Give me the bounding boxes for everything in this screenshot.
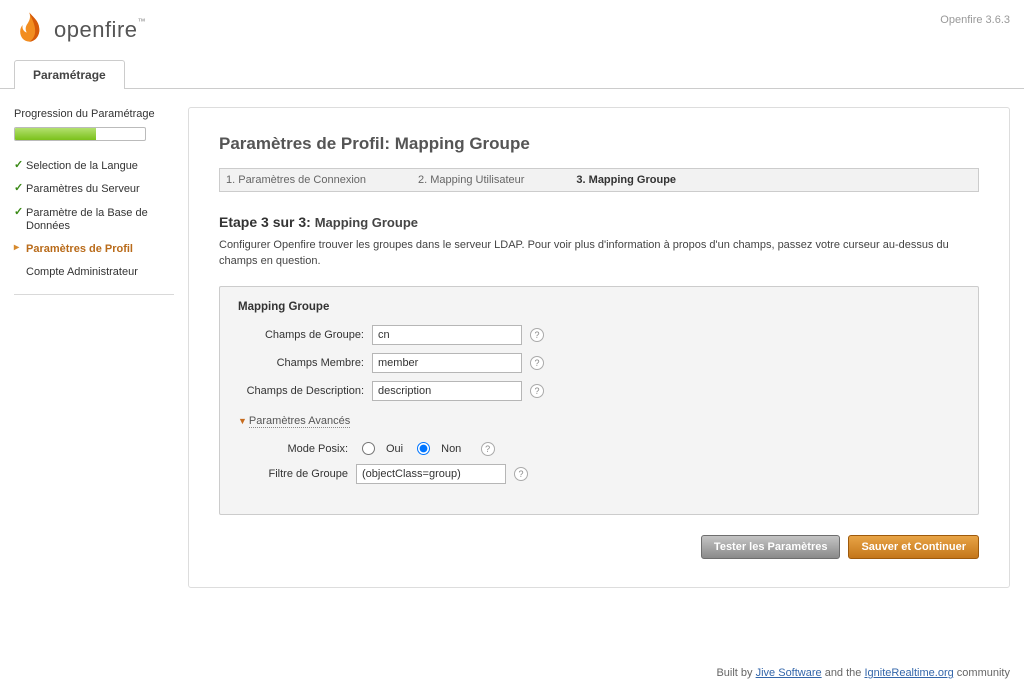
help-icon[interactable]: ? [530,328,544,342]
posix-yes-radio[interactable] [362,442,375,455]
description-field-input[interactable] [372,381,522,401]
help-icon[interactable]: ? [481,442,495,456]
sidebar-item-profile[interactable]: Paramètres de Profil [14,238,174,261]
sidebar-item-admin[interactable]: Compte Administrateur [14,261,174,284]
member-field-input[interactable] [372,353,522,373]
footer-link-jive[interactable]: Jive Software [756,667,822,679]
progress-bar [14,127,146,141]
product-name: openfire™ [54,17,146,43]
group-filter-input[interactable] [356,464,506,484]
help-icon[interactable]: ? [514,467,528,481]
posix-yes-label: Oui [386,443,403,455]
step-tabs: 1. Paramètres de Connexion 2. Mapping Ut… [219,168,979,192]
sidebar-item-language[interactable]: Selection de la Langue [14,155,174,178]
version-label: Openfire 3.6.3 [940,14,1010,26]
member-field-label: Champs Membre: [238,357,364,369]
group-filter-label: Filtre de Groupe [250,468,348,480]
step-heading: Etape 3 sur 3: Mapping Groupe [219,214,979,230]
help-icon[interactable]: ? [530,384,544,398]
step-tab-connection[interactable]: 1. Paramètres de Connexion [226,174,366,186]
step-tab-group-mapping[interactable]: 3. Mapping Groupe [576,174,676,186]
description-field-label: Champs de Description: [238,385,364,397]
footer: Built by Jive Software and the IgniteRea… [716,667,1010,679]
progress-title: Progression du Paramétrage [14,107,174,121]
posix-no-label: Non [441,443,461,455]
sidebar-item-database[interactable]: Paramètre de la Base de Données [14,202,174,238]
form-box-title: Mapping Groupe [238,301,960,313]
test-settings-button[interactable]: Tester les Paramètres [701,535,841,559]
posix-mode-label: Mode Posix: [250,443,348,455]
chevron-down-icon: ▼ [238,416,247,426]
flame-icon [14,10,48,50]
footer-link-ignite[interactable]: IgniteRealtime.org [864,667,953,679]
main-panel: Paramètres de Profil: Mapping Groupe 1. … [188,107,1010,588]
group-field-input[interactable] [372,325,522,345]
sidebar-item-server[interactable]: Paramètres du Serveur [14,178,174,201]
group-field-label: Champs de Groupe: [238,329,364,341]
tab-setup[interactable]: Paramétrage [14,60,125,89]
sidebar: Progression du Paramétrage Selection de … [14,107,174,588]
form-box: Mapping Groupe Champs de Groupe: ? Champ… [219,286,979,515]
step-description: Configurer Openfire trouver les groupes … [219,238,979,270]
help-icon[interactable]: ? [530,356,544,370]
posix-no-radio[interactable] [417,442,430,455]
save-continue-button[interactable]: Sauver et Continuer [848,535,979,559]
step-tab-user-mapping[interactable]: 2. Mapping Utilisateur [418,174,524,186]
page-title: Paramètres de Profil: Mapping Groupe [219,134,979,154]
product-logo: openfire™ [14,10,146,50]
advanced-toggle[interactable]: Paramètres Avancés [249,415,350,428]
